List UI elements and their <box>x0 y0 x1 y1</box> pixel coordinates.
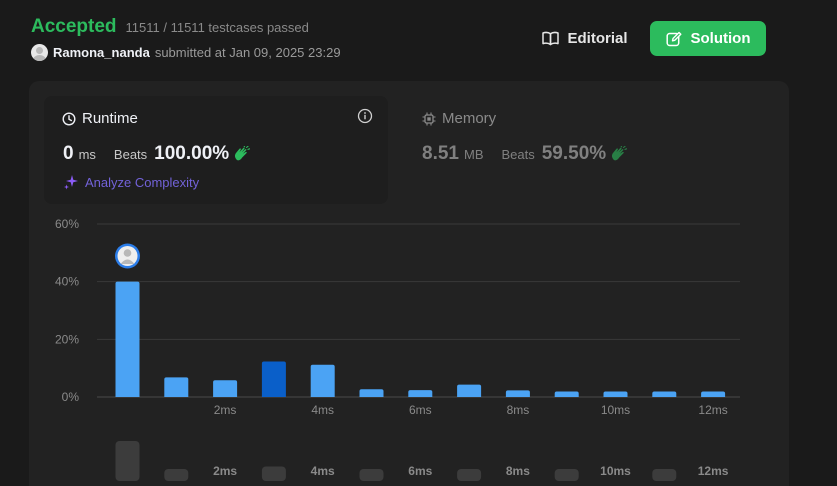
minimap-bar <box>457 469 482 481</box>
bar <box>213 380 238 397</box>
minimap-bar <box>554 469 579 481</box>
bar <box>505 390 530 397</box>
minimap-tick-label: 6ms <box>408 464 432 478</box>
minimap-bar <box>115 441 140 481</box>
minimap-tick-label: 10ms <box>600 464 631 478</box>
x-tick-label: 4ms <box>311 403 334 417</box>
minimap-tick-label: 12ms <box>698 464 729 478</box>
user-marker-head <box>123 249 132 257</box>
x-tick-label: 2ms <box>214 403 237 417</box>
bar <box>457 384 482 397</box>
bar <box>310 364 335 397</box>
bar <box>261 361 286 397</box>
minimap-bar <box>164 469 189 481</box>
x-tick-label: 8ms <box>507 403 530 417</box>
bar <box>554 391 579 397</box>
bar <box>359 389 384 397</box>
y-tick-label: 0% <box>62 390 80 404</box>
bar <box>164 377 189 397</box>
bar <box>115 281 140 397</box>
x-tick-label: 12ms <box>698 403 727 417</box>
minimap-tick-label: 8ms <box>506 464 530 478</box>
bar <box>652 391 677 397</box>
bar <box>408 390 433 397</box>
runtime-distribution-chart[interactable]: 0% 20% 40% 60% 2ms 4ms 6ms 8ms 10ms 12ms 2ms 4ms 6ms… <box>0 0 837 486</box>
x-tick-label: 6ms <box>409 403 432 417</box>
bar <box>603 391 628 397</box>
x-tick-label: 10ms <box>601 403 630 417</box>
y-tick-label: 40% <box>55 275 79 289</box>
y-tick-label: 60% <box>55 217 79 231</box>
minimap-tick-label: 2ms <box>213 464 237 478</box>
minimap-tick-label: 4ms <box>311 464 335 478</box>
minimap-bar <box>261 466 286 481</box>
minimap-bar <box>652 469 677 481</box>
bar <box>701 391 726 397</box>
minimap-bar <box>359 469 384 481</box>
y-tick-label: 20% <box>55 332 79 346</box>
